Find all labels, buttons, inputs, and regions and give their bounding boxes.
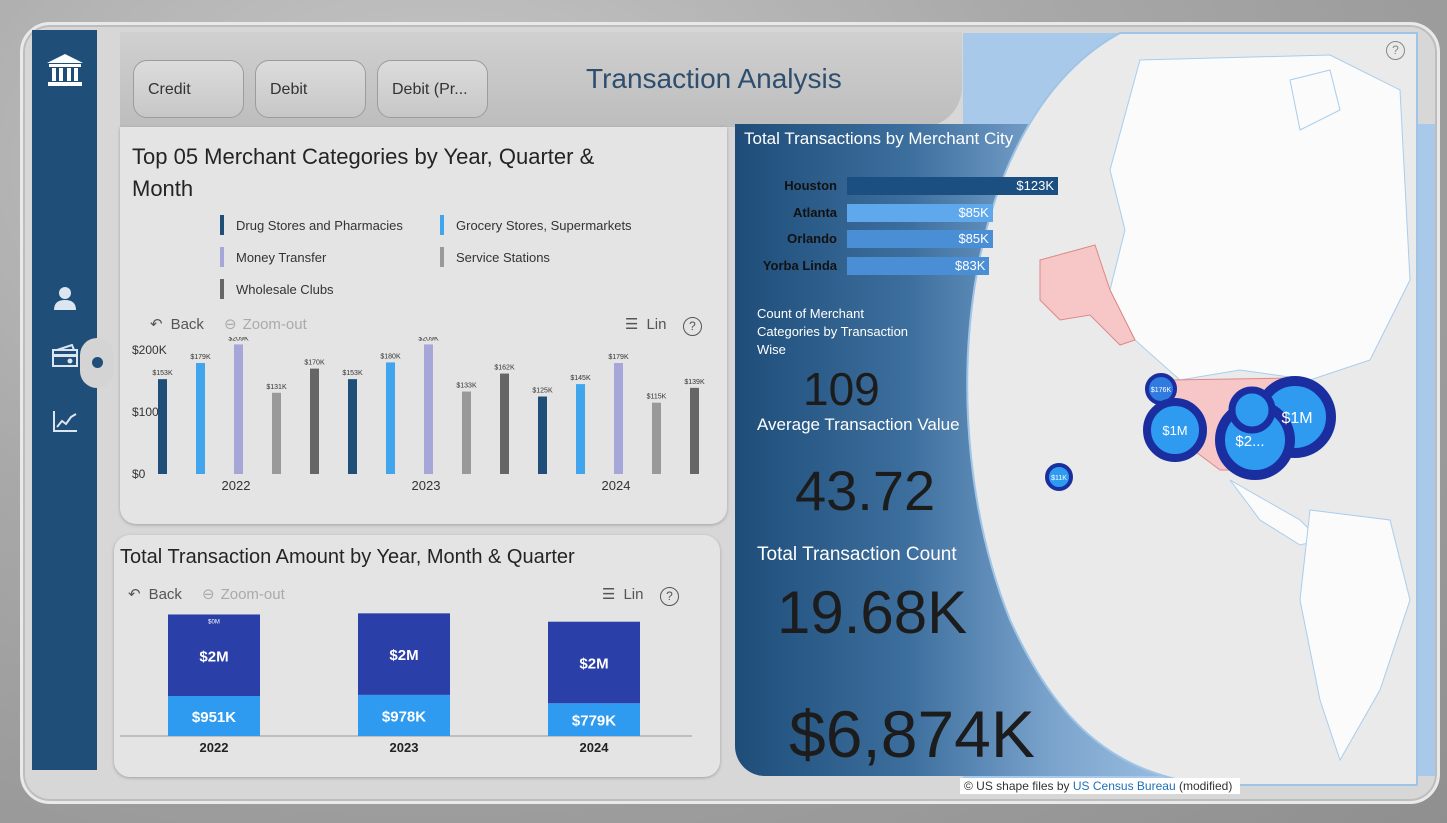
city-label: Atlanta <box>792 204 837 220</box>
avg-value-label: Average Transaction Value <box>757 415 960 434</box>
city-bar[interactable]: $83K <box>847 256 990 275</box>
map-bubbles-layer: $176K $1M $2... $1M $11K <box>1045 373 1336 491</box>
city-bar[interactable]: $85K <box>847 203 993 222</box>
count-value: 19.68K <box>777 579 968 646</box>
total-value: $6,874K <box>789 697 1035 771</box>
bubble-label: $176K <box>1151 387 1172 394</box>
bubble-label: $11K <box>1051 475 1067 482</box>
city-label: Orlando <box>787 231 837 246</box>
attribution-suffix: (modified) <box>1175 779 1233 793</box>
attribution-prefix: © US shape files by <box>964 779 1073 793</box>
city-bar[interactable]: $123K <box>847 177 1058 195</box>
bubble-label: $1M <box>1162 423 1187 438</box>
city-bar[interactable]: $85K <box>847 230 993 248</box>
bubble-label: $1M <box>1281 410 1312 427</box>
map-attribution: © US shape files by US Census Bureau (mo… <box>960 778 1240 794</box>
merchant-count-label: Count of Merchant Categories by Transact… <box>757 306 909 357</box>
city-label: Yorba Linda <box>762 257 837 273</box>
map-help-icon[interactable]: ? <box>1386 41 1405 60</box>
merchant-count-value: 109 <box>803 363 880 415</box>
avg-value: 43.72 <box>795 459 936 522</box>
census-link[interactable]: US Census Bureau <box>1073 779 1176 793</box>
city-label: Houston <box>784 178 837 193</box>
count-label: Total Transaction Count <box>757 544 957 565</box>
bubble-label: $2... <box>1235 433 1264 450</box>
city-chart-title: Total Transactions by Merchant City <box>744 129 1014 148</box>
